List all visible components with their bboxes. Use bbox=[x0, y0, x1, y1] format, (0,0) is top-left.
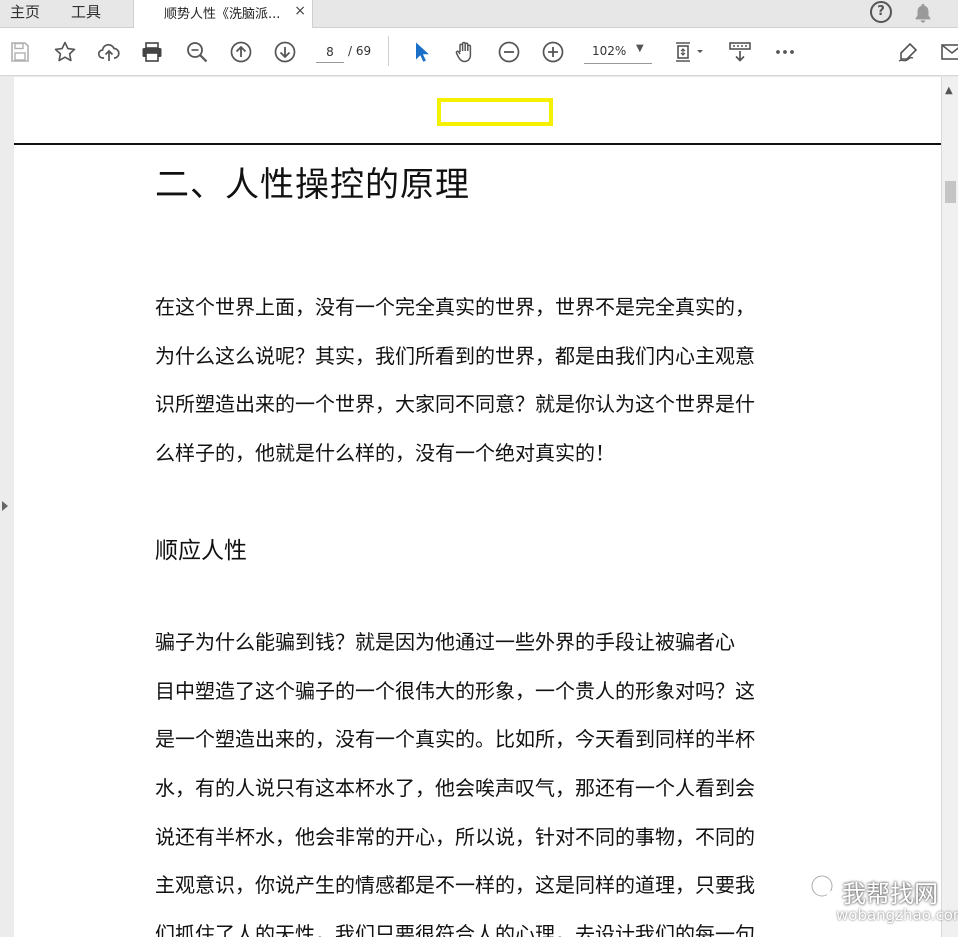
close-icon[interactable]: × bbox=[294, 3, 306, 19]
scroll-mode-icon[interactable] bbox=[728, 40, 752, 64]
tab-home[interactable]: 主页 bbox=[10, 0, 40, 28]
text-line: 们抓住了人的天性，我们只要很符合人的心理，去设计我们的每一句 bbox=[155, 922, 755, 937]
text-line: 说还有半杯水，他会非常的开心，所以说，针对不同的事物，不同的 bbox=[155, 824, 755, 849]
text-line: 水，有的人说只有这本杯水了，他会唉声叹气，那还有一个人看到会 bbox=[155, 776, 755, 801]
fit-page-icon[interactable] bbox=[672, 40, 708, 64]
highlight-annotation[interactable] bbox=[437, 98, 553, 126]
bell-icon[interactable] bbox=[912, 2, 934, 24]
text-line: 是一个塑造出来的，没有一个真实的。比如所，今天看到同样的半杯 bbox=[155, 727, 755, 752]
page-number-input[interactable] bbox=[316, 41, 344, 63]
pdf-page: 二、人性操控的原理 在这个世界上面，没有一个完全真实的世界，世界不是完全真实的，… bbox=[14, 77, 941, 937]
cursor-arrow-icon[interactable] bbox=[410, 40, 434, 64]
text-line: 在这个世界上面，没有一个完全真实的世界，世界不是完全真实的， bbox=[155, 295, 755, 319]
text-line: 目中塑造了这个骗子的一个很伟大的形象，一个贵人的形象对吗？这 bbox=[155, 678, 755, 703]
mail-icon[interactable] bbox=[940, 40, 958, 64]
left-panel-toggle[interactable] bbox=[0, 77, 14, 937]
watermark-text-en: wobangzhao.com bbox=[836, 906, 958, 924]
paragraph-2: 骗子为什么能骗到钱？就是因为他通过一些外界的手段让被骗者心 目中塑造了这个骗子的… bbox=[155, 618, 815, 937]
scrollbar-thumb[interactable] bbox=[945, 181, 956, 203]
cloud-upload-icon[interactable] bbox=[97, 40, 121, 64]
header-divider bbox=[14, 143, 941, 145]
watermark: 我帮找网 wobangzhao.com bbox=[806, 868, 958, 932]
sign-icon[interactable] bbox=[896, 40, 920, 64]
chevron-down-icon: ▼ bbox=[636, 43, 644, 54]
hand-icon[interactable] bbox=[453, 40, 477, 64]
scroll-up-icon[interactable]: ▲ bbox=[945, 85, 953, 96]
text-line: 识所塑造出来的一个世界，大家同不同意？就是你认为这个世界是什 bbox=[155, 392, 755, 417]
more-icon[interactable] bbox=[773, 40, 797, 64]
arrow-down-circle-icon[interactable] bbox=[273, 40, 297, 64]
document-viewport[interactable]: 二、人性操控的原理 在这个世界上面，没有一个完全真实的世界，世界不是完全真实的，… bbox=[0, 77, 958, 937]
vertical-scrollbar[interactable]: ▲ bbox=[941, 77, 958, 937]
zoom-dropdown[interactable]: 102% ▼ bbox=[584, 40, 652, 64]
text-line: 骗子为什么能骗到钱？就是因为他通过一些外界的手段让被骗者心 bbox=[155, 630, 735, 654]
minus-circle-icon[interactable] bbox=[497, 40, 521, 64]
text-line: 么样子的，他就是什么样的，没有一个绝对真实的！ bbox=[155, 441, 615, 466]
tab-tools[interactable]: 工具 bbox=[71, 0, 101, 28]
printer-icon[interactable] bbox=[140, 40, 164, 64]
chevron-right-icon[interactable] bbox=[2, 501, 8, 511]
pdf-reader-window: 主页 工具 顺势人性《洗脑派... × ? 8 / 69 102% ▼ 二、人性… bbox=[0, 0, 958, 937]
zoom-value: 102% bbox=[592, 44, 627, 58]
page-total: / 69 bbox=[348, 44, 372, 58]
toolbar-divider bbox=[388, 36, 389, 66]
arrow-up-circle-icon[interactable] bbox=[229, 40, 253, 64]
document-tab-title: 顺势人性《洗脑派... bbox=[164, 7, 281, 22]
plus-circle-icon[interactable] bbox=[541, 40, 565, 64]
watermark-text-cn: 我帮找网 bbox=[842, 880, 938, 908]
tab-document[interactable]: 顺势人性《洗脑派... × bbox=[133, 0, 313, 29]
magnifier-logo-icon bbox=[810, 874, 841, 905]
zoom-search-icon[interactable] bbox=[185, 40, 209, 64]
section-subheading: 顺应人性 bbox=[155, 538, 247, 564]
page-title: 二、人性操控的原理 bbox=[155, 165, 470, 205]
help-icon[interactable]: ? bbox=[870, 1, 892, 23]
tab-bar: 主页 工具 顺势人性《洗脑派... × ? bbox=[0, 0, 958, 29]
text-line: 为什么这么说呢？其实，我们所看到的世界，都是由我们内心主观意 bbox=[155, 343, 755, 368]
toolbar: / 69 102% ▼ bbox=[0, 28, 958, 76]
save-icon[interactable] bbox=[8, 40, 32, 64]
paragraph-1: 在这个世界上面，没有一个完全真实的世界，世界不是完全真实的， 为什么这么说呢？其… bbox=[155, 283, 815, 478]
star-icon[interactable] bbox=[53, 40, 77, 64]
text-line: 主观意识，你说产生的情感都是不一样的，这是同样的道理，只要我 bbox=[155, 873, 755, 898]
